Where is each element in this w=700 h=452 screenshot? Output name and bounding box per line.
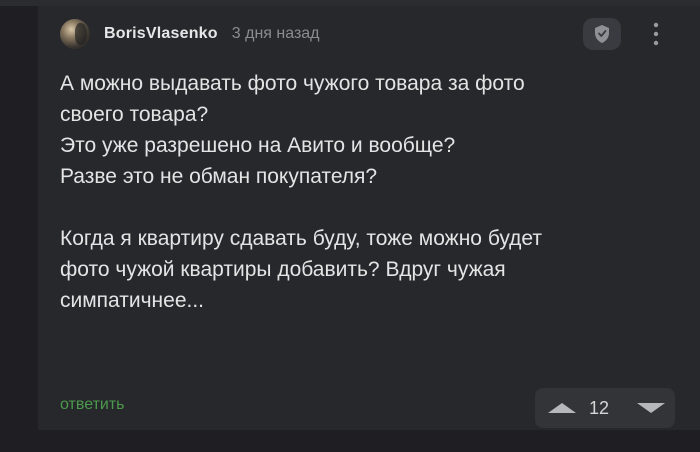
comment-line: Разве это не обман покупателя?	[60, 165, 378, 188]
comment-line: симпатичнее...	[60, 289, 205, 312]
more-menu-button[interactable]	[642, 18, 670, 50]
comment-line: своего товара?	[60, 103, 209, 126]
triangle-up-icon	[548, 403, 576, 413]
reply-link[interactable]: ответить	[60, 396, 125, 414]
author-name[interactable]: BorisVlasenko	[104, 25, 218, 43]
rating-control: 12	[535, 388, 675, 428]
comment-text: А можно выдавать фото чужого товара за ф…	[60, 68, 680, 316]
comment-header: BorisVlasenko 3 дня назад	[60, 16, 320, 52]
comment-line: Это уже разрешено на Авито и вообще?	[60, 134, 456, 157]
triangle-down-icon	[637, 403, 665, 413]
more-vertical-icon	[653, 22, 659, 46]
comment-line: А можно выдавать фото чужого товара за ф…	[60, 72, 525, 95]
comment-line: Когда я квартиру сдавать буду, тоже можн…	[60, 227, 543, 250]
upvote-button[interactable]	[535, 388, 577, 428]
rating-count: 12	[589, 397, 610, 418]
downvote-button[interactable]	[633, 388, 669, 428]
comment-timestamp[interactable]: 3 дня назад	[232, 25, 320, 43]
shield-icon	[595, 25, 609, 43]
comment-card: BorisVlasenko 3 дня назад А можно выдава…	[38, 6, 700, 430]
comment-line: фото чужой квартиры добавить? Вдруг чужа…	[60, 258, 506, 281]
moderation-button[interactable]	[583, 18, 621, 50]
avatar[interactable]	[60, 19, 90, 49]
